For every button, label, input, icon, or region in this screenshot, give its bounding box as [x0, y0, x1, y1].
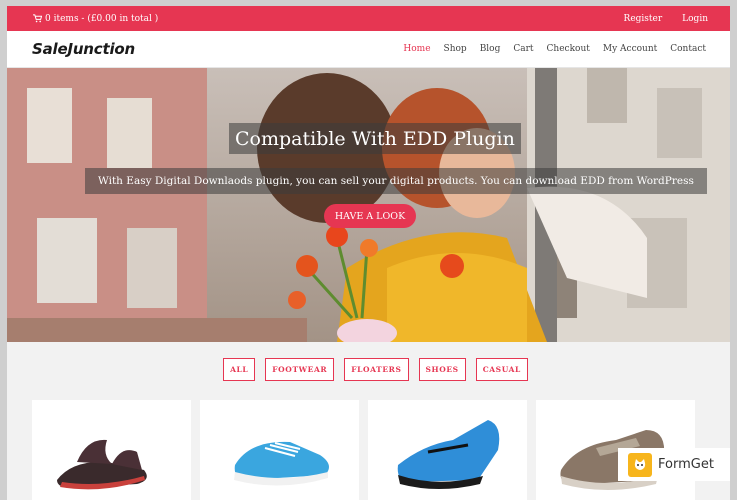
filter-casual[interactable]: CASUAL [475, 358, 528, 381]
filter-all[interactable]: ALL [223, 358, 256, 381]
main-menu: Home Shop Blog Cart Checkout My Account … [403, 44, 706, 54]
menu-item-cart[interactable]: Cart [513, 44, 533, 54]
menu-item-checkout[interactable]: Checkout [547, 44, 590, 54]
menu-item-my-account[interactable]: My Account [603, 44, 657, 54]
hero-slider: Compatible With EDD Plugin With Easy Dig… [7, 68, 730, 342]
page-frame: 0 items - (£0.00 in total ) Register Log… [7, 6, 730, 500]
product-filters: ALL FOOTWEAR FLOATERS SHOES CASUAL [7, 358, 730, 381]
filter-floaters[interactable]: FLOATERS [344, 358, 409, 381]
cat-icon [628, 452, 652, 477]
menu-item-contact[interactable]: Contact [670, 44, 706, 54]
login-link[interactable]: Login [682, 14, 708, 24]
blue-shoe-image [234, 441, 329, 486]
filter-footwear[interactable]: FOOTWEAR [265, 358, 335, 381]
product-card[interactable] [368, 400, 527, 500]
cart-summary: 0 items - (£0.00 in total ) [45, 13, 159, 24]
site-logo[interactable]: SaleJunction [32, 40, 135, 58]
hero-title: Compatible With EDD Plugin [229, 123, 521, 154]
formget-text: FormGet [658, 457, 714, 472]
filter-shoes[interactable]: SHOES [418, 358, 466, 381]
product-card[interactable] [200, 400, 359, 500]
mini-cart[interactable]: 0 items - (£0.00 in total ) [33, 14, 158, 24]
cart-icon [33, 14, 42, 23]
product-card[interactable] [32, 400, 191, 500]
main-header: SaleJunction Home Shop Blog Cart Checkou… [7, 31, 730, 68]
football-shoe-image [397, 420, 500, 489]
hero-subtitle: With Easy Digital Downlaods plugin, you … [85, 168, 707, 194]
menu-item-home[interactable]: Home [403, 44, 430, 54]
have-a-look-button[interactable]: HAVE A LOOK [324, 204, 416, 228]
menu-item-shop[interactable]: Shop [444, 44, 467, 54]
sandal-image [57, 439, 147, 490]
formget-badge: FormGet [618, 448, 730, 481]
menu-item-blog[interactable]: Blog [480, 44, 501, 54]
top-bar: 0 items - (£0.00 in total ) Register Log… [7, 6, 730, 31]
product-grid [32, 400, 695, 500]
register-link[interactable]: Register [624, 14, 663, 24]
